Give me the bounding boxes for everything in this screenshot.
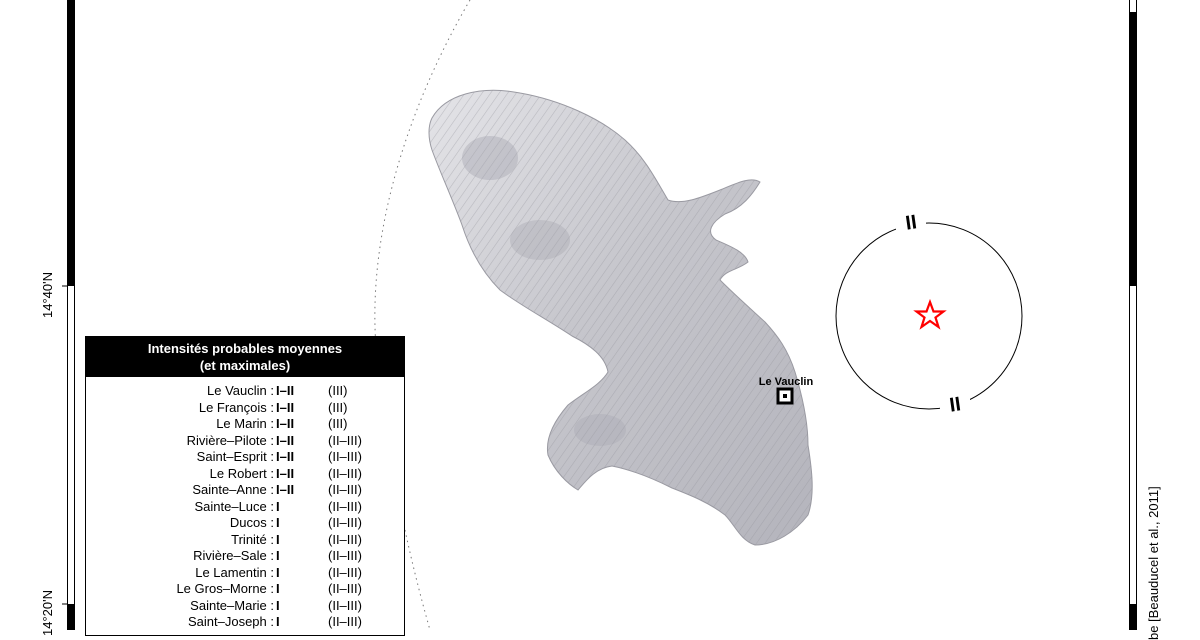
legend-title-line1: Intensités probables moyennes (147, 341, 343, 356)
legend-average-intensity: I (276, 614, 280, 629)
legend-max-intensity: (II–III) (328, 581, 362, 596)
legend-row: Sainte–Anne : I–II (II–III) (86, 482, 404, 499)
latitude-label-14-20: 14°20'N (40, 590, 55, 636)
city-marker-label: Le Vauclin (759, 376, 814, 388)
latitude-label-14-40: 14°40'N (40, 272, 55, 318)
legend-row: Rivière–Sale : I (II–III) (86, 548, 404, 565)
legend-max-intensity: (II–III) (328, 482, 362, 497)
legend-city: Trinité : (231, 531, 274, 547)
legend-average-intensity: I–II (276, 449, 295, 464)
legend-max-intensity: (II–III) (328, 614, 362, 629)
legend-row: Le Lamentin : I (II–III) (86, 565, 404, 582)
legend-city: Saint–Joseph : (187, 614, 274, 629)
legend-city: Saint–Esprit : (196, 449, 274, 464)
legend-max-intensity: (II–III) (328, 531, 362, 547)
legend-average-intensity: I (276, 531, 280, 547)
legend-average-intensity: I (276, 581, 280, 596)
legend-max-intensity: (II–III) (328, 564, 362, 580)
legend-row: Saint–Joseph : I (II–III) (86, 614, 404, 631)
legend-city: Rivière–Pilote : (186, 432, 274, 448)
legend-average-intensity: I–II (276, 482, 295, 497)
legend-row: Rivière–Pilote : I–II (II–III) (86, 433, 404, 450)
legend-average-intensity: I (276, 515, 280, 530)
legend-row: Le Gros–Morne : I (II–III) (86, 581, 404, 598)
legend-city: Sainte–Luce : (194, 498, 274, 514)
legend-row: Sainte–Luce : I (II–III) (86, 499, 404, 516)
legend-row: Sainte–Marie : I (II–III) (86, 598, 404, 615)
legend-average-intensity: I–II (276, 383, 295, 398)
legend-city: Sainte–Anne : (192, 482, 274, 497)
legend-max-intensity: (III) (328, 383, 348, 398)
legend-city: Le Marin : (216, 416, 274, 431)
legend-max-intensity: (III) (328, 416, 348, 431)
legend-row: Trinité : I (II–III) (86, 532, 404, 549)
legend-city: Le Gros–Morne : (176, 581, 274, 596)
legend-row: Le Marin : I–II (III) (86, 416, 404, 433)
legend-row: Saint–Esprit : I–II (II–III) (86, 449, 404, 466)
star-icon[interactable] (913, 298, 947, 330)
legend-city: Le Lamentin : (195, 564, 274, 580)
legend-city: Sainte–Marie : (190, 597, 274, 613)
legend-average-intensity: I–II (276, 399, 295, 415)
legend-max-intensity: (III) (328, 399, 348, 415)
legend-row: Le Vauclin : I–II (III) (86, 383, 404, 400)
legend-city: Rivière–Sale : (193, 548, 274, 563)
legend-city: Ducos : (229, 515, 274, 530)
legend-average-intensity: I (276, 548, 280, 563)
legend-average-intensity: I–II (276, 416, 295, 431)
legend-average-intensity: I–II (276, 432, 295, 448)
legend-max-intensity: (II–III) (328, 548, 362, 563)
legend-average-intensity: I–II (276, 465, 295, 481)
martinique-island (428, 89, 813, 546)
intensity-legend: Intensités probables moyennes (et maxima… (85, 336, 405, 636)
legend-max-intensity: (II–III) (328, 597, 362, 613)
legend-max-intensity: (II–III) (328, 515, 362, 530)
legend-max-intensity: (II–III) (328, 465, 362, 481)
legend-max-intensity: (II–III) (328, 432, 362, 448)
legend-rows: Le Vauclin : I–II (III) Le François : I–II (I… (86, 377, 404, 631)
legend-title-line2: (et maximales) (199, 358, 291, 373)
legend-city: Le François : (198, 399, 274, 415)
legend-row: Le François : I–II (III) (86, 400, 404, 417)
legend-city: Le Robert : (209, 465, 274, 481)
legend-average-intensity: I (276, 597, 280, 613)
legend-max-intensity: (II–III) (328, 498, 362, 514)
legend-average-intensity: I (276, 498, 280, 514)
legend-max-intensity: (II–III) (328, 449, 362, 464)
map-credit: be [Beauducel et al., 2011] (1146, 486, 1161, 640)
legend-average-intensity: I (276, 564, 280, 580)
legend-city: Le Vauclin : (207, 383, 274, 398)
legend-row: Ducos : I (II–III) (86, 515, 404, 532)
legend-header: Intensités probables moyennes (et maxima… (86, 337, 404, 377)
legend-row: Le Robert : I–II (II–III) (86, 466, 404, 483)
